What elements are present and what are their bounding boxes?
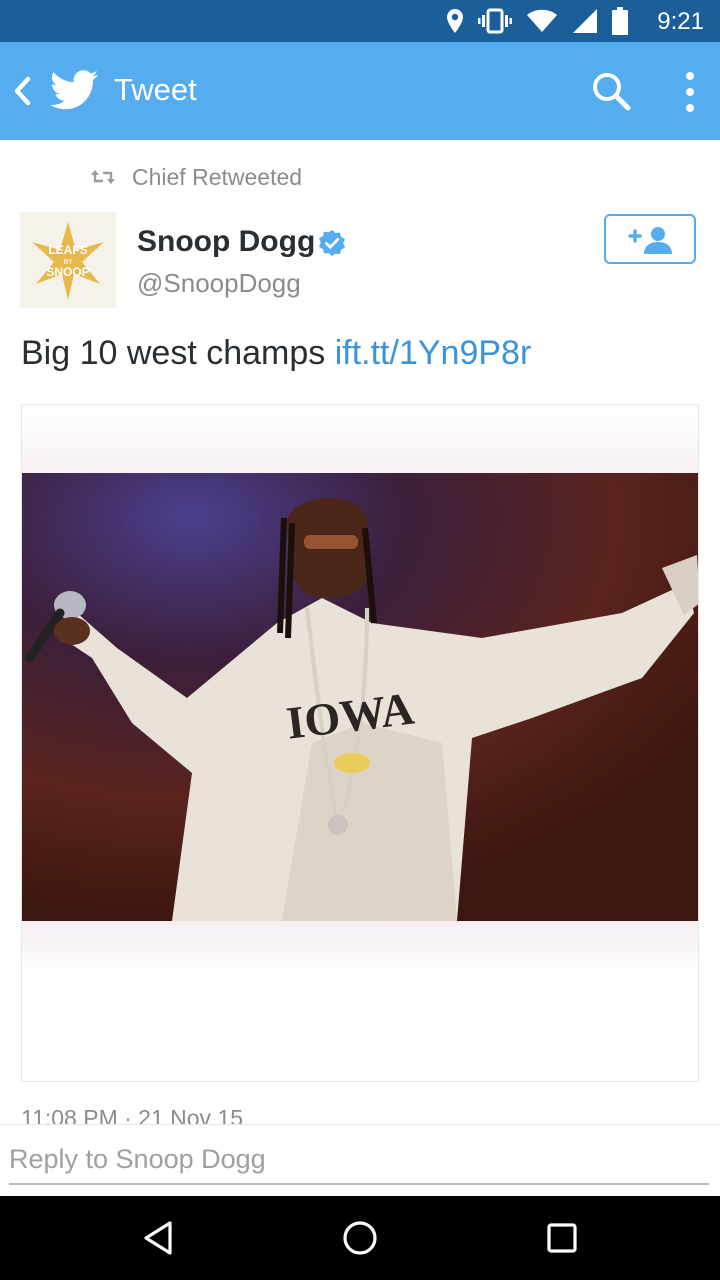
signal-icon [573, 9, 597, 33]
retweeted-by-label: Chief Retweeted [132, 163, 303, 190]
tweet-photo: IOWA [22, 473, 698, 921]
nav-back-icon[interactable] [138, 1218, 178, 1258]
status-bar: 9:21 [0, 0, 720, 42]
author-name[interactable]: Snoop Dogg [137, 225, 315, 259]
wifi-icon [527, 9, 557, 32]
status-icons [446, 6, 628, 36]
avatar-logo-line3: SNOOP [46, 265, 89, 279]
retweet-context: Chief Retweeted [90, 162, 302, 192]
verified-badge-icon [319, 230, 345, 256]
retweet-icon [91, 170, 115, 184]
reply-input[interactable] [9, 1135, 709, 1185]
battery-icon [612, 7, 628, 35]
location-icon [447, 9, 463, 33]
follow-user-icon [628, 227, 672, 254]
nav-recents-icon[interactable] [542, 1218, 582, 1258]
vibrate-icon [478, 8, 512, 34]
overflow-menu-icon[interactable] [676, 70, 704, 114]
status-time: 9:21 [657, 8, 704, 35]
twitter-bird-icon [50, 70, 98, 110]
media-top-band [22, 405, 698, 473]
avatar[interactable]: LEAFS BY SNOOP [20, 212, 116, 308]
nav-home-icon[interactable] [340, 1218, 380, 1258]
media-bottom-band [22, 921, 698, 981]
follow-button[interactable] [604, 214, 696, 264]
app-bar: Tweet [0, 42, 720, 140]
system-nav-bar [0, 1196, 720, 1280]
search-icon[interactable] [590, 70, 632, 112]
author-handle[interactable]: @SnoopDogg [137, 268, 301, 299]
back-icon[interactable] [8, 72, 38, 110]
tweet-media[interactable]: IOWA [21, 404, 699, 1082]
tweet-body: Big 10 west champs [21, 334, 326, 372]
avatar-logo-line1: LEAFS [48, 243, 87, 257]
reply-bar [0, 1124, 720, 1197]
tweet-text: Big 10 west champs ift.tt/1Yn9P8r [21, 334, 531, 373]
page-title: Tweet [114, 72, 197, 107]
tweet-link[interactable]: ift.tt/1Yn9P8r [335, 334, 532, 372]
